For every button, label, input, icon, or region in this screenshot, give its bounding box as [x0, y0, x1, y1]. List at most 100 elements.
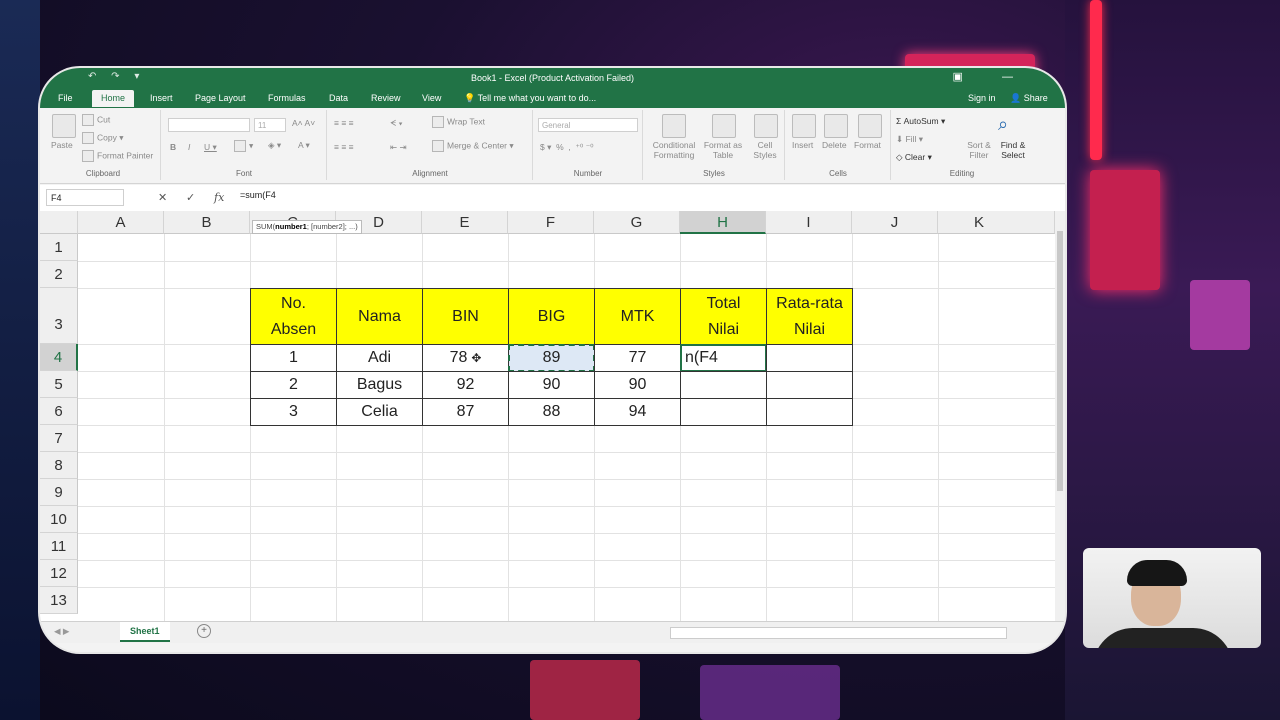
- row-header-7[interactable]: 7: [40, 425, 78, 452]
- format-cells-button[interactable]: Format: [854, 140, 881, 150]
- enter-icon[interactable]: ✓: [186, 191, 195, 204]
- horizontal-scrollbar[interactable]: [670, 627, 1007, 639]
- cell-c5[interactable]: 2: [250, 371, 337, 399]
- select-all-corner[interactable]: [40, 211, 78, 234]
- cell-e4[interactable]: 78 ✥: [422, 344, 509, 372]
- cell-g6[interactable]: 94: [594, 398, 681, 426]
- col-header-k[interactable]: K: [938, 211, 1055, 234]
- header-no-absen[interactable]: No. Absen: [250, 288, 337, 345]
- header-bin[interactable]: BIN: [422, 288, 509, 345]
- sheet-tab-sheet1[interactable]: Sheet1: [120, 622, 170, 642]
- tab-view[interactable]: View: [422, 93, 441, 103]
- col-header-a[interactable]: A: [78, 211, 164, 234]
- cell-f5[interactable]: 90: [508, 371, 595, 399]
- col-header-b[interactable]: B: [164, 211, 250, 234]
- cell-c6[interactable]: 3: [250, 398, 337, 426]
- font-size-field[interactable]: 11: [254, 118, 286, 132]
- col-header-e[interactable]: E: [422, 211, 508, 234]
- underline-button[interactable]: U ▾: [204, 142, 217, 153]
- paste-button[interactable]: Paste: [51, 140, 73, 150]
- col-header-j[interactable]: J: [852, 211, 938, 234]
- row-header-1[interactable]: 1: [40, 234, 78, 261]
- header-rata-rata-nilai[interactable]: Rata-rata Nilai: [766, 288, 853, 345]
- row-header-3[interactable]: 3: [40, 288, 78, 344]
- align-top-icons[interactable]: ≡ ≡ ≡: [334, 118, 354, 128]
- indent-icons[interactable]: ⇤ ⇥: [390, 142, 407, 153]
- cell-d6[interactable]: Celia: [336, 398, 423, 426]
- row-header-11[interactable]: 11: [40, 533, 78, 560]
- row-header-10[interactable]: 10: [40, 506, 78, 533]
- tab-page-layout[interactable]: Page Layout: [195, 93, 246, 103]
- cell-d5[interactable]: Bagus: [336, 371, 423, 399]
- cell-f4[interactable]: 89: [508, 344, 595, 372]
- col-header-h[interactable]: H: [680, 211, 766, 234]
- conditional-formatting-button[interactable]: Conditional Formatting: [648, 140, 700, 160]
- tab-review[interactable]: Review: [371, 93, 401, 103]
- formula-input[interactable]: =sum(F4: [240, 190, 276, 200]
- sort-filter-button[interactable]: Sort & Filter: [964, 140, 994, 160]
- row-header-5[interactable]: 5: [40, 371, 78, 398]
- row-header-2[interactable]: 2: [40, 261, 78, 288]
- cell-g4[interactable]: 77: [594, 344, 681, 372]
- col-header-f[interactable]: F: [508, 211, 594, 234]
- cell-h5[interactable]: [680, 371, 767, 399]
- name-box[interactable]: F4: [46, 189, 124, 206]
- tab-home[interactable]: Home: [92, 90, 135, 107]
- font-color-button[interactable]: A ▾: [298, 140, 310, 151]
- cell-i6[interactable]: [766, 398, 853, 426]
- tab-insert[interactable]: Insert: [150, 93, 173, 103]
- share-button[interactable]: 👤 Share: [1010, 93, 1048, 104]
- vertical-scrollbar[interactable]: [1055, 211, 1065, 621]
- wrap-text-button[interactable]: Wrap Text: [432, 116, 485, 128]
- worksheet-grid[interactable]: A B C D E F G H I J K 1 2 3 4 5 6 7 8 9 …: [40, 211, 1055, 621]
- cell-e5[interactable]: 92: [422, 371, 509, 399]
- borders-button[interactable]: ▾: [234, 140, 253, 152]
- insert-function-button[interactable]: fx: [214, 191, 224, 204]
- add-sheet-button[interactable]: +: [197, 624, 211, 638]
- cut-button[interactable]: Cut: [82, 114, 110, 126]
- cell-i5[interactable]: [766, 371, 853, 399]
- font-name-field[interactable]: [168, 118, 250, 132]
- tab-data[interactable]: Data: [329, 93, 348, 103]
- italic-button[interactable]: I: [188, 142, 190, 152]
- tab-file[interactable]: File: [58, 93, 73, 103]
- tab-scroll-arrows[interactable]: ◀ ▶: [54, 626, 69, 637]
- merge-center-button[interactable]: Merge & Center ▾: [432, 140, 514, 152]
- row-header-13[interactable]: 13: [40, 587, 78, 614]
- number-format-icons[interactable]: $ ▾ % , ⁺⁰ ⁻⁰: [540, 142, 594, 153]
- row-header-4[interactable]: 4: [40, 344, 78, 371]
- clear-button[interactable]: ◇ Clear ▾: [896, 152, 932, 163]
- cell-c4[interactable]: 1: [250, 344, 337, 372]
- header-mtk[interactable]: MTK: [594, 288, 681, 345]
- header-big[interactable]: BIG: [508, 288, 595, 345]
- number-format-field[interactable]: General: [538, 118, 638, 132]
- fill-color-button[interactable]: ◈ ▾: [268, 140, 281, 151]
- window-controls[interactable]: ▣ —: [953, 70, 1031, 83]
- find-select-button[interactable]: Find & Select: [996, 140, 1030, 160]
- row-header-6[interactable]: 6: [40, 398, 78, 425]
- cell-styles-button[interactable]: Cell Styles: [748, 140, 782, 160]
- vertical-scroll-thumb[interactable]: [1057, 231, 1063, 491]
- header-total-nilai[interactable]: Total Nilai: [680, 288, 767, 345]
- cell-h4-active[interactable]: n(F4: [680, 344, 767, 372]
- col-header-g[interactable]: G: [594, 211, 680, 234]
- bold-button[interactable]: B: [170, 142, 176, 152]
- header-nama[interactable]: Nama: [336, 288, 423, 345]
- grow-font-button[interactable]: A˄ A˅: [292, 118, 315, 128]
- format-painter-button[interactable]: Format Painter: [82, 150, 153, 162]
- row-header-9[interactable]: 9: [40, 479, 78, 506]
- row-header-8[interactable]: 8: [40, 452, 78, 479]
- format-as-table-button[interactable]: Format as Table: [702, 140, 744, 160]
- insert-cells-button[interactable]: Insert: [792, 140, 813, 150]
- tell-me-box[interactable]: 💡 Tell me what you want to do...: [464, 93, 596, 104]
- cell-f6[interactable]: 88: [508, 398, 595, 426]
- sign-in-link[interactable]: Sign in: [968, 93, 996, 103]
- copy-button[interactable]: Copy ▾: [82, 132, 123, 144]
- orientation-button[interactable]: ᗕ ▾: [390, 118, 403, 129]
- cell-d4[interactable]: Adi: [336, 344, 423, 372]
- cell-h6[interactable]: [680, 398, 767, 426]
- autosum-button[interactable]: Σ AutoSum ▾: [896, 116, 945, 127]
- cell-g5[interactable]: 90: [594, 371, 681, 399]
- cell-i4[interactable]: [766, 344, 853, 372]
- delete-cells-button[interactable]: Delete: [822, 140, 847, 150]
